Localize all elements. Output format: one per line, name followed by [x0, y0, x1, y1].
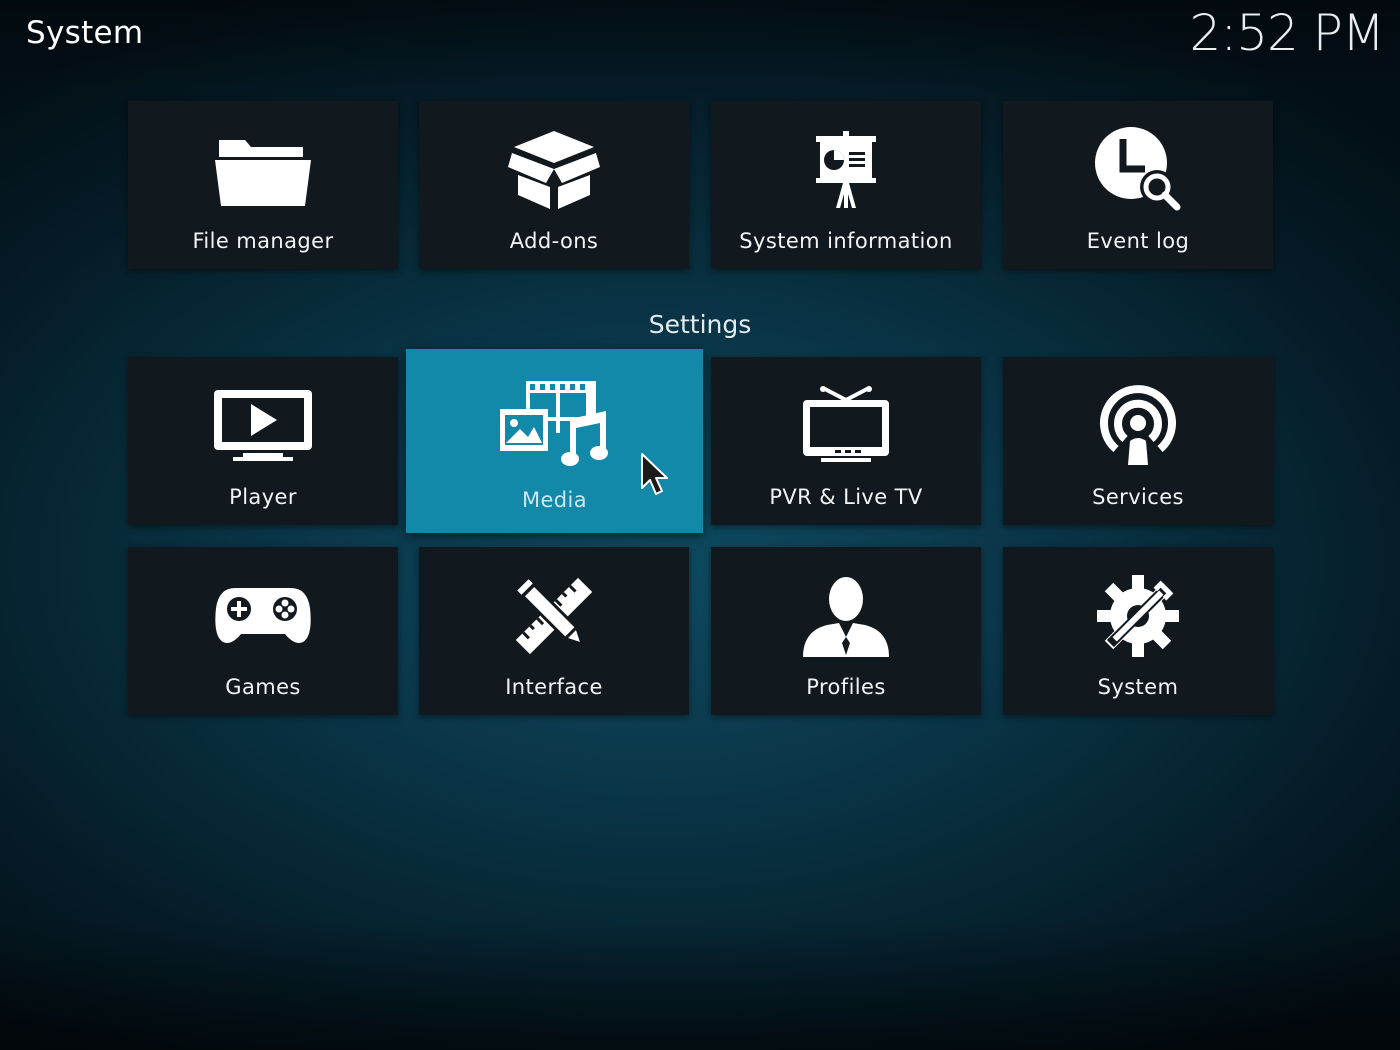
- broadcast-icon: [1083, 381, 1193, 471]
- tile-games[interactable]: Games: [128, 547, 398, 715]
- tile-label: Add-ons: [509, 229, 599, 253]
- tile-label: File manager: [192, 229, 334, 253]
- tile-label: Event log: [1086, 229, 1190, 253]
- presentation-icon: [791, 125, 901, 215]
- tile-services[interactable]: Services: [1003, 357, 1273, 525]
- tile-label: System information: [739, 229, 953, 253]
- settings-heading: Settings: [648, 310, 752, 339]
- tile-system-information[interactable]: System information: [711, 101, 981, 269]
- gamepad-icon: [208, 571, 318, 661]
- mouse-cursor-icon: [640, 452, 670, 498]
- monitor-play-icon: [208, 381, 318, 471]
- tile-file-manager[interactable]: File manager: [128, 101, 398, 269]
- tile-label: PVR & Live TV: [769, 485, 923, 509]
- user-icon: [791, 571, 901, 661]
- tile-profiles[interactable]: Profiles: [711, 547, 981, 715]
- bottom-shade: [0, 920, 1400, 1050]
- tile-interface[interactable]: Interface: [419, 547, 689, 715]
- box-icon: [499, 125, 609, 215]
- tile-label: Profiles: [806, 675, 886, 699]
- tv-icon: [791, 381, 901, 471]
- tile-player[interactable]: Player: [128, 357, 398, 525]
- tile-event-log[interactable]: Event log: [1003, 101, 1273, 269]
- tile-media[interactable]: Media: [406, 349, 703, 533]
- media-icon: [499, 379, 610, 469]
- tile-label: Services: [1092, 485, 1184, 509]
- pencil-ruler-icon: [499, 571, 609, 661]
- tile-add-ons[interactable]: Add-ons: [419, 101, 689, 269]
- clock-search-icon: [1083, 125, 1193, 215]
- tile-system[interactable]: System: [1003, 547, 1273, 715]
- tile-label: Interface: [505, 675, 603, 699]
- tile-label: System: [1097, 675, 1179, 699]
- gear-wrench-icon: [1083, 571, 1193, 661]
- tile-pvr-live-tv[interactable]: PVR & Live TV: [711, 357, 981, 525]
- clock: 2:52 PM: [1189, 4, 1385, 62]
- window-title: System: [26, 15, 144, 51]
- tile-label: Player: [229, 485, 297, 509]
- folder-icon: [208, 125, 318, 215]
- tile-label: Games: [225, 675, 301, 699]
